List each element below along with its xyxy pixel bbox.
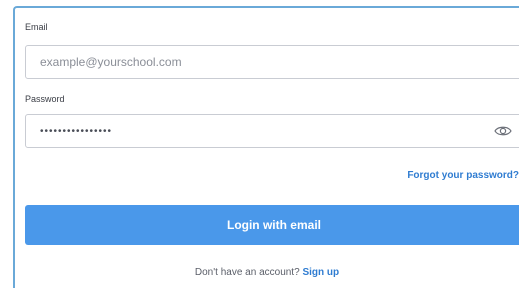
password-label: Password [25,94,65,104]
email-field-container [25,45,519,79]
signup-link[interactable]: Sign up [302,267,339,278]
signup-prompt: Don't have an account? [194,267,300,278]
password-field-container [25,114,519,148]
forgot-password-link[interactable]: Forgot your password? [407,170,519,181]
login-button[interactable]: Login with email [25,205,519,245]
email-field[interactable] [40,46,480,78]
email-label: Email [25,22,48,32]
signup-row: Don't have an account? Sign up [15,267,519,278]
password-field[interactable] [40,115,480,147]
eye-icon[interactable] [494,124,512,138]
login-card: Email Password Forgot your password? Log… [13,6,519,288]
